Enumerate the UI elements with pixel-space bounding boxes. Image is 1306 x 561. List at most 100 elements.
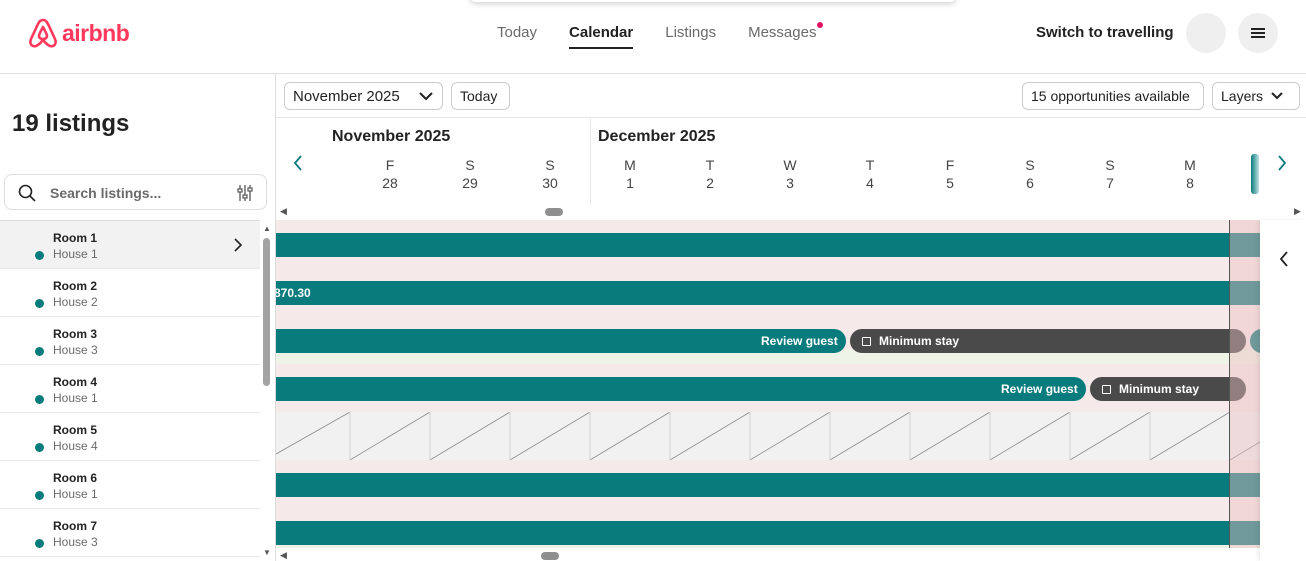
reservation-bar[interactable] xyxy=(276,473,1260,497)
minimum-stay-label: Minimum stay xyxy=(1119,382,1200,396)
month-picker-label: November 2025 xyxy=(293,87,400,105)
reservation-bar[interactable] xyxy=(276,521,1260,545)
nav-listings[interactable]: Listings xyxy=(665,24,716,49)
day-number: 30 xyxy=(542,175,558,191)
reservation-bar[interactable]: Review guest xyxy=(276,329,846,353)
search-pill-shadow xyxy=(470,0,956,2)
details-panel-toggle[interactable] xyxy=(1260,220,1306,561)
listing-lane: Review guest Minimum stay xyxy=(276,316,1260,364)
list-item[interactable]: Room 3 House 3 xyxy=(0,317,260,365)
today-button[interactable]: Today xyxy=(451,82,510,110)
status-dot xyxy=(35,539,44,548)
scroll-left-arrow[interactable]: ◀ xyxy=(280,550,287,561)
scroll-left-arrow[interactable]: ◀ xyxy=(280,206,287,217)
day-number: 2 xyxy=(706,175,714,191)
nav-calendar[interactable]: Calendar xyxy=(569,24,634,49)
listings-scrollbar[interactable] xyxy=(262,226,271,556)
scroll-right-arrow[interactable]: ▶ xyxy=(1294,206,1301,217)
blocked-dates-lane xyxy=(276,411,1260,461)
top-bar: airbnb Today Calendar Listings Messages … xyxy=(0,0,1306,74)
day-of-week: S xyxy=(465,157,475,173)
listing-house: House 3 xyxy=(53,343,98,357)
status-dot xyxy=(35,299,44,308)
airbnb-logo[interactable]: airbnb xyxy=(28,17,130,49)
day-of-week: S xyxy=(1025,157,1035,173)
day-of-week: W xyxy=(783,157,797,173)
listing-lane xyxy=(276,508,1260,548)
day-number: 7 xyxy=(1106,175,1114,191)
today-column-highlight xyxy=(1230,220,1260,548)
nav-messages[interactable]: Messages xyxy=(748,22,824,49)
listing-name: Room 5 xyxy=(53,423,98,437)
day-of-week: M xyxy=(624,157,636,173)
checkbox-icon xyxy=(1102,384,1111,394)
day-number: 8 xyxy=(1186,175,1194,191)
price-label: 870.30 xyxy=(276,286,311,300)
chevron-left-icon[interactable] xyxy=(1278,250,1290,268)
today-marker xyxy=(1251,154,1259,194)
brand-name: airbnb xyxy=(62,19,130,46)
list-item[interactable]: Room 4 House 1 xyxy=(0,365,260,413)
day-of-week: F xyxy=(385,157,395,173)
main-nav: Today Calendar Listings Messages xyxy=(497,22,824,49)
nav-today[interactable]: Today xyxy=(497,24,537,49)
list-item[interactable]: Room 7 House 3 xyxy=(0,509,260,557)
listing-name: Room 3 xyxy=(53,327,98,341)
list-item[interactable]: Room 5 House 4 xyxy=(0,413,260,461)
day-of-week: T xyxy=(705,157,715,173)
reservation-bar[interactable]: Review guest xyxy=(276,377,1086,401)
chevron-down-icon xyxy=(419,92,433,101)
day-header: S 30 xyxy=(530,156,570,192)
menu-button[interactable] xyxy=(1238,13,1278,53)
search-placeholder: Search listings... xyxy=(50,185,162,201)
day-number: 6 xyxy=(1026,175,1034,191)
switch-to-travelling-button[interactable]: Switch to travelling xyxy=(1036,24,1174,41)
day-header: M8 xyxy=(1170,156,1210,192)
chevron-right-icon[interactable] xyxy=(1276,154,1288,172)
scrollbar-thumb[interactable] xyxy=(545,208,563,216)
listing-lane: 870.30 xyxy=(276,268,1260,316)
month-divider xyxy=(590,118,591,205)
header-horizontal-scrollbar[interactable]: ◀ ▶ xyxy=(276,206,1306,218)
search-input[interactable]: Search listings... xyxy=(4,174,267,210)
minimum-stay-chip[interactable]: Minimum stay xyxy=(850,329,1246,353)
scrollbar-thumb[interactable] xyxy=(541,552,559,560)
layers-button[interactable]: Layers xyxy=(1212,82,1300,110)
day-header: F5 xyxy=(930,156,970,192)
filter-icon[interactable] xyxy=(236,184,254,202)
scroll-down-arrow[interactable]: ▼ xyxy=(263,548,271,557)
month-label-dec: December 2025 xyxy=(598,128,716,145)
listing-lane xyxy=(276,460,1260,508)
chevron-left-icon[interactable] xyxy=(292,154,304,172)
listing-name: Room 4 xyxy=(53,375,98,389)
day-number: 28 xyxy=(382,175,398,191)
list-item[interactable]: Room 6 House 1 xyxy=(0,461,260,509)
listing-house: House 1 xyxy=(53,247,98,261)
listing-house: House 3 xyxy=(53,535,98,549)
listing-name: Room 7 xyxy=(53,519,98,533)
day-header: F 28 xyxy=(370,156,410,192)
listing-name: Room 1 xyxy=(53,231,98,245)
reservation-bar[interactable] xyxy=(276,233,1260,257)
day-of-week: M xyxy=(1184,157,1196,173)
reservation-bar[interactable]: 870.30 xyxy=(276,281,1260,305)
scrollbar-thumb[interactable] xyxy=(263,238,270,386)
listings-sidebar: 19 listings Search listings... Room 1 Ho… xyxy=(0,74,276,561)
calendar-toolbar: November 2025 Today 15 opportunities ava… xyxy=(276,74,1306,118)
opportunities-button[interactable]: 15 opportunities available xyxy=(1022,82,1204,110)
calendar-grid: 870.30 Review guest Minimum stay Review … xyxy=(276,220,1260,548)
chevron-right-icon[interactable] xyxy=(232,237,244,253)
day-of-week: T xyxy=(865,157,875,173)
day-number: 29 xyxy=(462,175,478,191)
list-item[interactable]: Room 2 House 2 xyxy=(0,269,260,317)
grid-horizontal-scrollbar[interactable]: ◀ xyxy=(276,550,1306,561)
day-number: 3 xyxy=(786,175,794,191)
list-item[interactable]: Room 1 House 1 xyxy=(0,221,260,269)
nav-messages-label: Messages xyxy=(748,24,817,41)
avatar[interactable] xyxy=(1186,13,1226,53)
day-of-week: S xyxy=(545,157,555,173)
status-dot xyxy=(35,491,44,500)
minimum-stay-chip[interactable]: Minimum stay xyxy=(1090,377,1246,401)
unread-dot xyxy=(817,22,824,28)
month-picker-button[interactable]: November 2025 xyxy=(284,82,443,110)
